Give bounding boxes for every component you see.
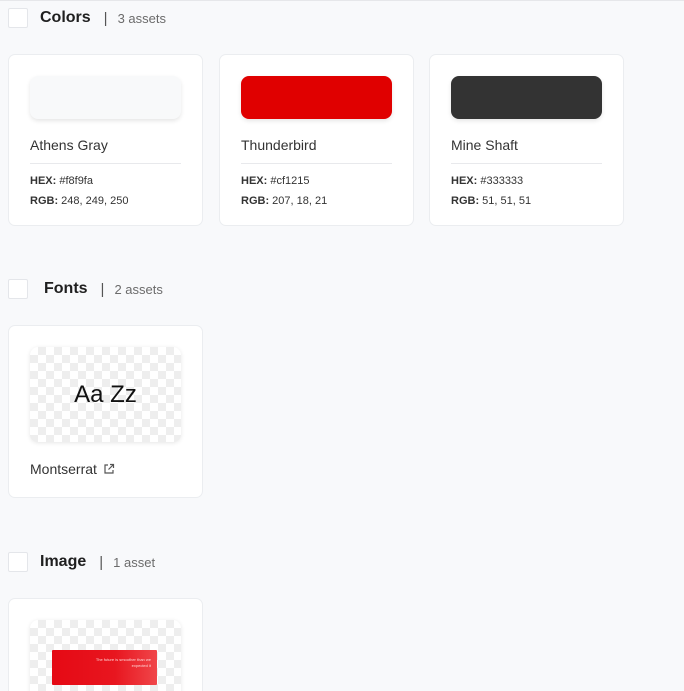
- image-select-checkbox[interactable]: [8, 552, 28, 572]
- asset-count: 1 asset: [113, 554, 156, 570]
- colors-section-header: Colors | 3 assets: [8, 8, 166, 28]
- image-caption: The future is smoother than we expected …: [95, 657, 151, 668]
- hex-value: HEX: #cf1215: [241, 175, 310, 187]
- font-name: Montserrat: [30, 461, 97, 477]
- color-card[interactable]: Mine Shaft HEX: #333333 RGB: 51, 51, 51: [429, 54, 624, 226]
- image-card[interactable]: The future is smoother than we expected …: [8, 598, 203, 691]
- color-swatch: [451, 76, 602, 119]
- color-name: Athens Gray: [30, 137, 108, 153]
- colors-select-checkbox[interactable]: [8, 8, 28, 28]
- color-card[interactable]: Athens Gray HEX: #f8f9fa RGB: 248, 249, …: [8, 54, 203, 226]
- fonts-section-header: Fonts | 2 assets: [8, 279, 163, 299]
- rgb-value: RGB: 51, 51, 51: [451, 195, 532, 207]
- image-preview: The future is smoother than we expected …: [30, 620, 181, 691]
- image-section-header: Image | 1 asset: [8, 552, 155, 572]
- divider: [451, 163, 602, 164]
- rgb-value: RGB: 248, 249, 250: [30, 195, 129, 207]
- divider: [30, 163, 181, 164]
- image-thumbnail: The future is smoother than we expected …: [52, 650, 157, 685]
- font-name-link[interactable]: Montserrat: [30, 461, 115, 477]
- color-name: Thunderbird: [241, 137, 317, 153]
- rgb-value: RGB: 207, 18, 21: [241, 195, 328, 207]
- color-card[interactable]: Thunderbird HEX: #cf1215 RGB: 207, 18, 2…: [219, 54, 414, 226]
- asset-count: 2 assets: [114, 281, 163, 297]
- font-sample-text: Aa Zz: [74, 380, 137, 408]
- section-title: Image: [40, 553, 87, 570]
- external-link-icon[interactable]: [103, 463, 115, 475]
- section-separator: |: [100, 280, 105, 298]
- hex-value: HEX: #333333: [451, 175, 524, 187]
- section-separator: |: [103, 9, 108, 27]
- section-separator: |: [99, 553, 104, 571]
- section-title: Colors: [40, 9, 91, 26]
- fonts-select-checkbox[interactable]: [8, 279, 28, 299]
- color-swatch: [241, 76, 392, 119]
- asset-count: 3 assets: [117, 10, 166, 26]
- hex-value: HEX: #f8f9fa: [30, 175, 93, 187]
- font-card[interactable]: Aa Zz Montserrat: [8, 325, 203, 498]
- divider: [241, 163, 392, 164]
- section-title: Fonts: [44, 280, 88, 297]
- color-swatch: [30, 76, 181, 119]
- font-preview: Aa Zz: [30, 347, 181, 442]
- color-name: Mine Shaft: [451, 137, 518, 153]
